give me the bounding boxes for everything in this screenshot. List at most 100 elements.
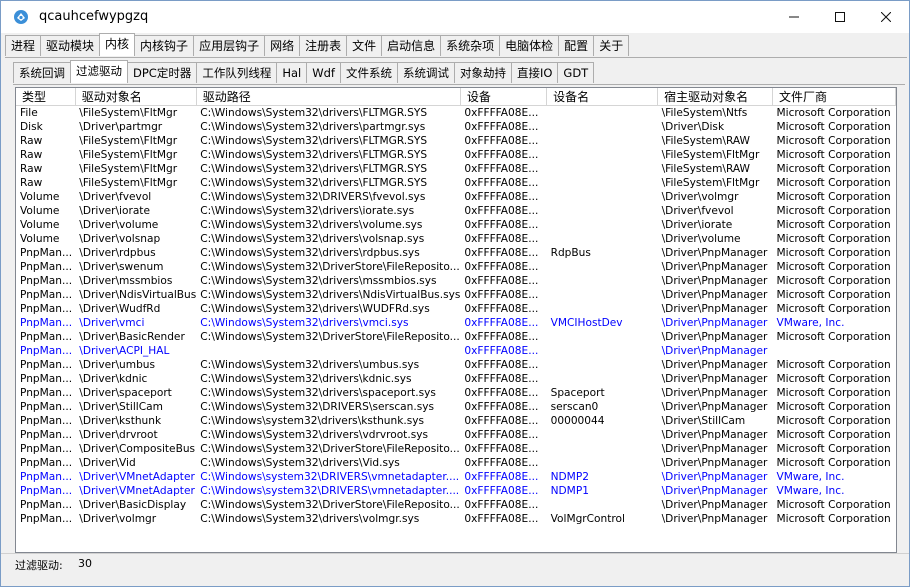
table-row[interactable]: PnpMan... \Driver\vmci C:\Windows\System32… — [16, 316, 896, 330]
table-cell: Raw — [20, 177, 43, 189]
table-row[interactable]: PnpMan... \Driver\VMnetAdapter C:\Windows\… — [16, 470, 896, 484]
app-logo-icon — [14, 10, 28, 24]
table-cell — [547, 330, 658, 344]
table-row[interactable]: Volume \Driver\iorate C:\Windows\System32\… — [16, 204, 896, 218]
table-cell: 00000044 — [550, 415, 605, 427]
table-row[interactable]: PnpMan... \Driver\kdnic C:\Windows\System3… — [16, 372, 896, 386]
table-cell — [547, 260, 658, 274]
table-row[interactable]: PnpMan... \Driver\NdisVirtualBus C:\Window… — [16, 288, 896, 302]
table-body: File \FileSystem\FltMgr C:\Windows\System3… — [16, 106, 896, 527]
table-row[interactable]: PnpMan... \Driver\ACPI_HAL 0xFFFFA08E... \D… — [16, 344, 896, 358]
table-cell: \Driver\PnpManager — [661, 289, 768, 301]
filter-driver-table: 类型 驱动对象名 驱动路径 设备 设备名 宿主驱动对象名 文件厂商 File \FileSys… — [16, 88, 896, 526]
sub-tab-bar: 系统回调 过滤驱动 DPC定时器 工作队列线程 Hal Wdf 文件系统 系统调试 对象劫持 直接… — [13, 60, 595, 84]
table-cell: \Driver\Vid — [79, 457, 136, 469]
sub-tab-3[interactable]: 工作队列线程 — [196, 62, 278, 83]
table-cell: \Driver\WudfRd — [79, 303, 161, 315]
table-row[interactable]: PnpMan... \Driver\CompositeBus C:\Windows\… — [16, 442, 896, 456]
table-row[interactable]: PnpMan... \Driver\rdpbus C:\Windows\System… — [16, 246, 896, 260]
table-cell: \FileSystem\RAW — [661, 135, 751, 147]
table-cell: C:\Windows\System32\drivers\FLTMGR.SYS — [200, 177, 428, 189]
table-cell: C:\Windows\System32\DriverStore\FileRepo… — [200, 261, 460, 273]
sub-tab-9[interactable]: 直接IO — [510, 62, 559, 83]
main-tab-5[interactable]: 网络 — [264, 35, 301, 56]
table-cell: 0xFFFFA08E... — [464, 457, 539, 469]
table-row[interactable]: Raw \FileSystem\FltMgr C:\Windows\System32… — [16, 176, 896, 190]
table-row[interactable]: PnpMan... \Driver\ksthunk C:\Windows\syste… — [16, 414, 896, 428]
table-row[interactable]: File \FileSystem\FltMgr C:\Windows\System3… — [16, 106, 896, 121]
table-row[interactable]: PnpMan... \Driver\drvroot C:\Windows\Syste… — [16, 428, 896, 442]
table-row[interactable]: Raw \FileSystem\FltMgr C:\Windows\System32… — [16, 162, 896, 176]
table-row[interactable]: PnpMan... \Driver\spaceport C:\Windows\Sys… — [16, 386, 896, 400]
sub-tab-0[interactable]: 系统回调 — [13, 62, 71, 83]
table-cell: Microsoft Corporation — [776, 513, 891, 525]
table-row[interactable]: PnpMan... \Driver\BasicRender C:\Windows\S… — [16, 330, 896, 344]
table-cell: 0xFFFFA08E... — [464, 471, 539, 483]
table-cell: PnpMan... — [20, 275, 73, 287]
filter-driver-list[interactable]: 类型 驱动对象名 驱动路径 设备 设备名 宿主驱动对象名 文件厂商 File \FileSys… — [15, 87, 897, 553]
sub-tab-2[interactable]: DPC定时器 — [127, 62, 198, 83]
sub-tab-5[interactable]: Wdf — [306, 62, 341, 83]
maximize-button[interactable] — [817, 1, 863, 33]
column-header[interactable]: 宿主驱动对象名 — [657, 88, 773, 106]
minimize-button[interactable] — [771, 1, 817, 33]
table-cell: \FileSystem\FltMgr — [79, 177, 178, 189]
sub-tab-6[interactable]: 文件系统 — [339, 62, 398, 83]
table-row[interactable]: PnpMan... \Driver\StillCam C:\Windows\Syst… — [16, 400, 896, 414]
main-tab-10[interactable]: 电脑体检 — [499, 35, 560, 56]
table-row[interactable]: Volume \Driver\volume C:\Windows\System32\… — [16, 218, 896, 232]
table-row[interactable]: Volume \Driver\volsnap C:\Windows\System32… — [16, 232, 896, 246]
main-tab-1[interactable]: 驱动模块 — [40, 35, 101, 56]
table-row[interactable]: PnpMan... \Driver\volmgr C:\Windows\System… — [16, 512, 896, 526]
table-cell: PnpMan... — [20, 485, 73, 497]
minimize-icon — [789, 16, 799, 18]
main-window: qcauhcefwypgzq 进程 驱动模块 内核 内核钩子 应用层钩子 网络 注册表 文件启… — [0, 0, 910, 587]
table-cell: 0xFFFFA08E... — [464, 135, 539, 147]
sub-tab-8[interactable]: 对象劫持 — [453, 62, 512, 83]
main-tab-2[interactable]: 内核 — [99, 33, 136, 56]
table-cell: 0xFFFFA08E... — [464, 317, 539, 329]
table-row[interactable]: Disk \Driver\partmgr C:\Windows\System32\d… — [16, 120, 896, 134]
column-header[interactable]: 驱动对象名 — [75, 88, 197, 106]
table-cell: 0xFFFFA08E... — [464, 415, 539, 427]
column-header[interactable]: 设备名 — [546, 88, 659, 106]
main-tab-3[interactable]: 内核钩子 — [134, 35, 195, 56]
table-cell — [547, 442, 658, 456]
sub-tab-10[interactable]: GDT — [557, 62, 595, 83]
table-row[interactable]: PnpMan... \Driver\BasicDisplay C:\Windows\… — [16, 498, 896, 512]
main-tab-4[interactable]: 应用层钩子 — [193, 35, 266, 56]
main-tab-6[interactable]: 注册表 — [299, 35, 348, 56]
table-cell: RdpBus — [550, 247, 591, 259]
sub-tab-4[interactable]: Hal — [276, 62, 308, 83]
table-row[interactable]: PnpMan... \Driver\swenum C:\Windows\System… — [16, 260, 896, 274]
table-cell: C:\Windows\System32\drivers\WUDFRd.sys — [200, 303, 430, 315]
main-tab-11[interactable]: 配置 — [558, 35, 595, 56]
table-cell: C:\Windows\System32\drivers\volume.sys — [200, 219, 423, 231]
table-row[interactable]: PnpMan... \Driver\VMnetAdapter C:\Windows\… — [16, 484, 896, 498]
column-header[interactable]: 类型 — [16, 88, 76, 106]
main-tab-9[interactable]: 系统杂项 — [440, 35, 501, 56]
table-row[interactable]: Raw \FileSystem\FltMgr C:\Windows\System32… — [16, 134, 896, 148]
column-header[interactable]: 设备 — [460, 88, 548, 106]
close-button[interactable] — [863, 1, 909, 33]
sub-tab-7[interactable]: 系统调试 — [396, 62, 455, 83]
main-tab-12[interactable]: 关于 — [593, 35, 630, 56]
table-row[interactable]: PnpMan... \Driver\Vid C:\Windows\System32\… — [16, 456, 896, 470]
column-header[interactable]: 文件厂商 — [772, 88, 896, 106]
table-cell: \Driver\NdisVirtualBus — [79, 289, 197, 301]
column-header[interactable]: 驱动路径 — [196, 88, 461, 106]
table-cell: 0xFFFFA08E... — [464, 443, 539, 455]
table-cell — [547, 106, 658, 121]
main-tab-7[interactable]: 文件 — [346, 35, 383, 56]
table-row[interactable]: PnpMan... \Driver\mssmbios C:\Windows\Syst… — [16, 274, 896, 288]
table-row[interactable]: Volume \Driver\fvevol C:\Windows\System32\… — [16, 190, 896, 204]
table-cell: \Driver\PnpManager — [661, 247, 768, 259]
table-row[interactable]: Raw \FileSystem\FltMgr C:\Windows\System32… — [16, 148, 896, 162]
table-cell: \Driver\PnpManager — [661, 401, 768, 413]
table-cell: \Driver\fvevol — [79, 191, 152, 203]
table-row[interactable]: PnpMan... \Driver\umbus C:\Windows\System3… — [16, 358, 896, 372]
sub-tab-1[interactable]: 过滤驱动 — [70, 60, 128, 83]
main-tab-8[interactable]: 启动信息 — [381, 35, 442, 56]
table-row[interactable]: PnpMan... \Driver\WudfRd C:\Windows\System… — [16, 302, 896, 316]
main-tab-0[interactable]: 进程 — [5, 35, 42, 56]
